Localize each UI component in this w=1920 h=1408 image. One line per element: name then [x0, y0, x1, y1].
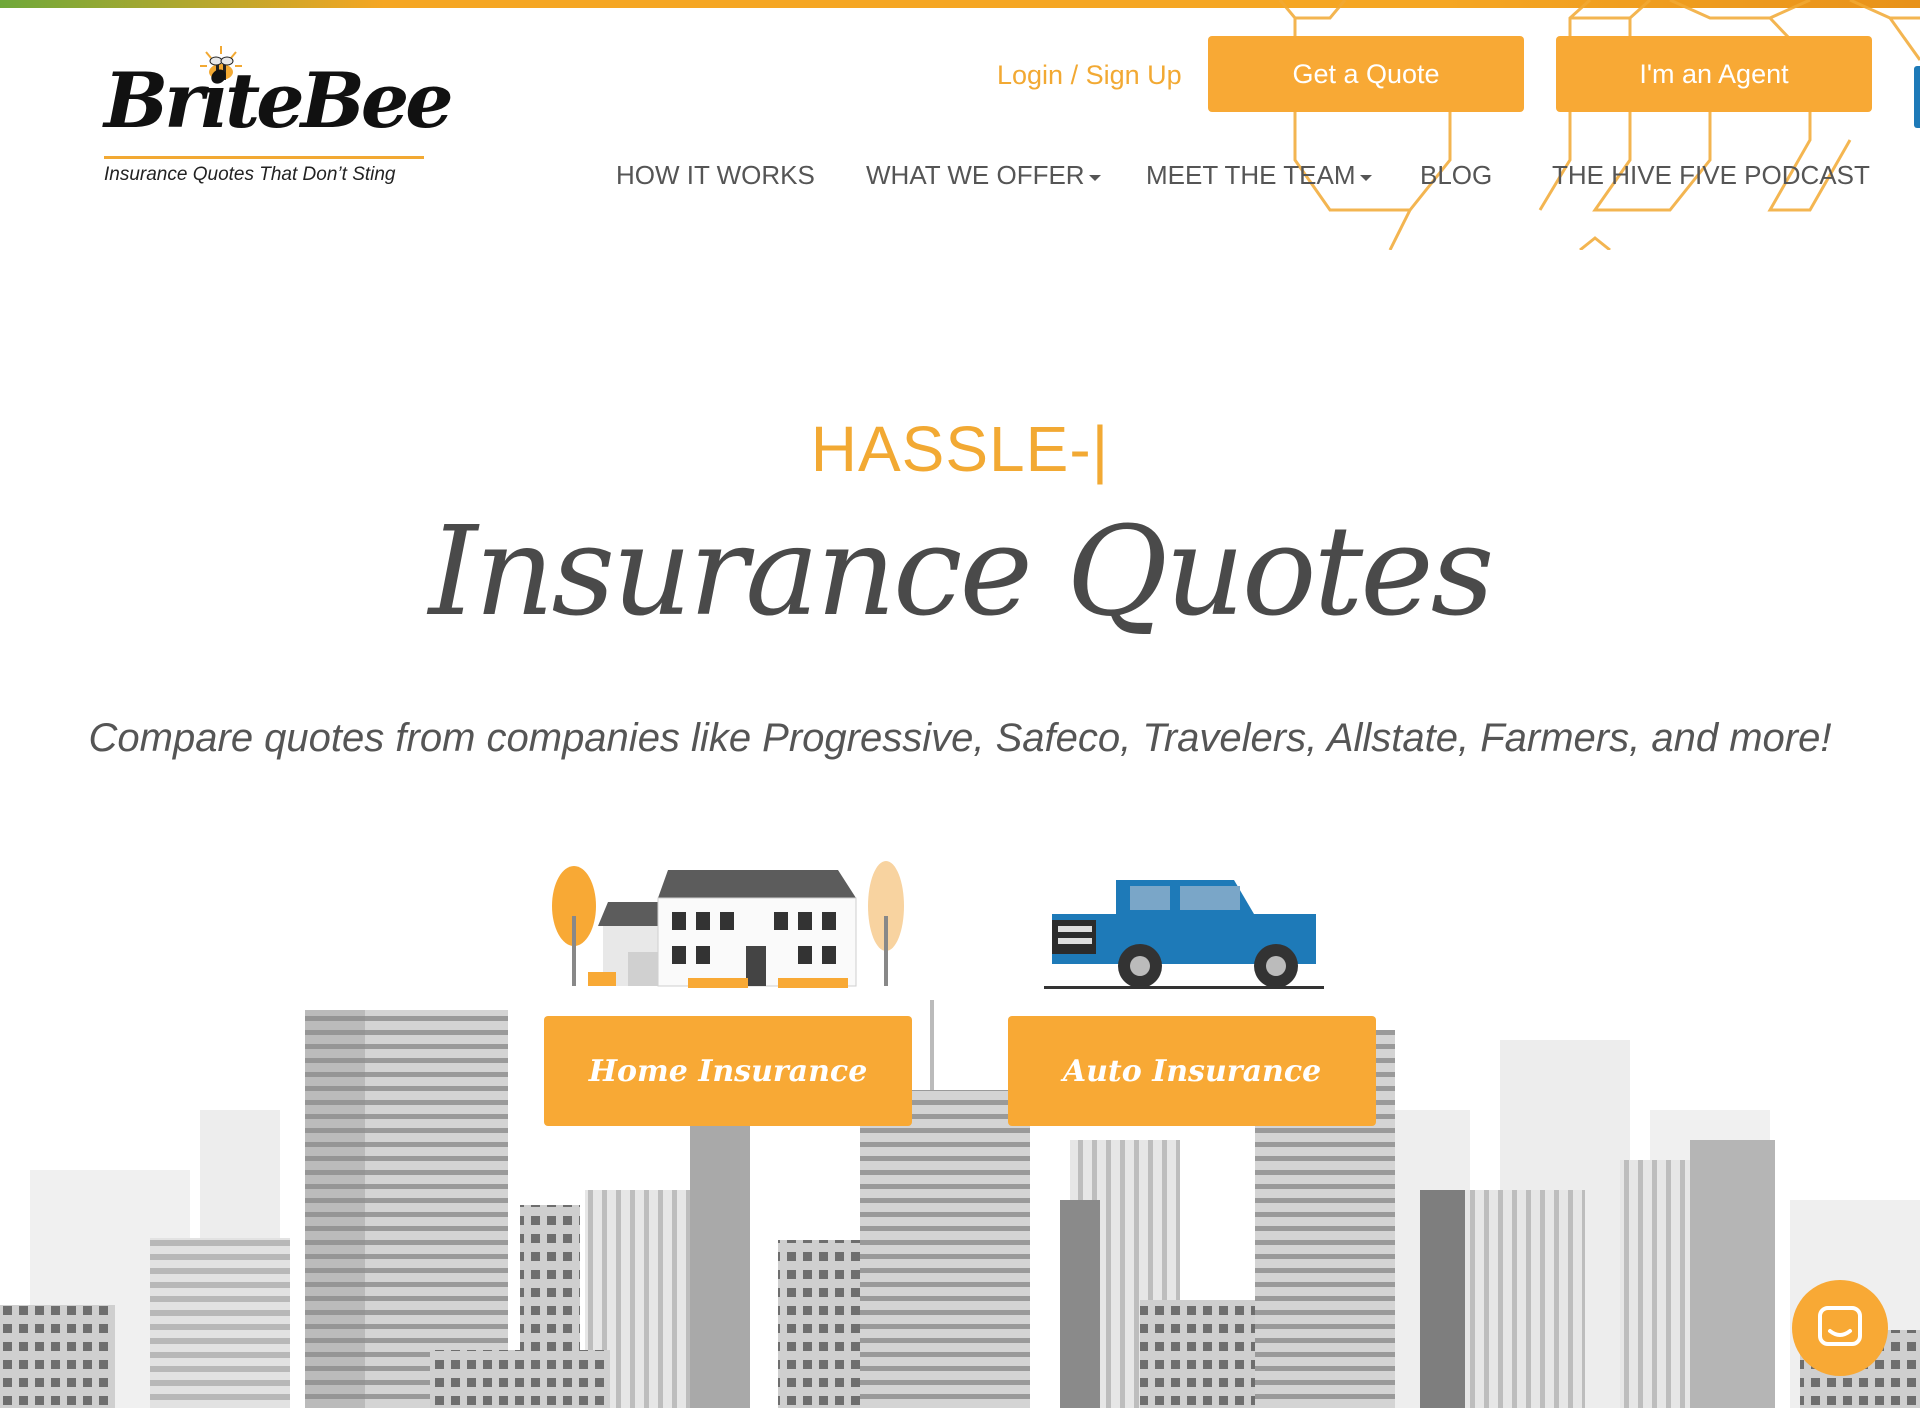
- chat-bubble-icon: [1818, 1306, 1862, 1346]
- hero-subtitle: Compare quotes from companies like Progr…: [88, 716, 1832, 760]
- brand-logo[interactable]: BriteBee Insurance Quotes That Don’t Sti…: [100, 44, 454, 194]
- pickup-truck-illustration: [1044, 880, 1324, 989]
- login-signup-link[interactable]: Login / Sign Up: [997, 60, 1182, 91]
- logo-underline: [104, 156, 424, 159]
- nav-meet-the-team[interactable]: MEET THE TEAM: [1146, 160, 1372, 191]
- home-insurance-button[interactable]: Home Insurance: [544, 1016, 912, 1126]
- house-illustration: [552, 861, 904, 988]
- hero-title: Insurance Quotes: [428, 500, 1495, 644]
- nav-hive-five-podcast[interactable]: THE HIVE FIVE PODCAST: [1552, 160, 1870, 191]
- city-skyline-illustration: [0, 1000, 1920, 1408]
- nav-label: MEET THE TEAM: [1146, 160, 1356, 190]
- nav-label: HOW IT WORKS: [616, 160, 815, 190]
- nav-label: THE HIVE FIVE PODCAST: [1552, 160, 1870, 190]
- nav-label: WHAT WE OFFER: [866, 160, 1085, 190]
- side-tab[interactable]: [1914, 66, 1920, 128]
- nav-blog[interactable]: BLOG: [1420, 160, 1492, 191]
- im-an-agent-button[interactable]: I'm an Agent: [1556, 36, 1872, 112]
- brand-name: BriteBee: [104, 56, 454, 145]
- nav-label: BLOG: [1420, 160, 1493, 190]
- nav-how-it-works[interactable]: HOW IT WORKS: [616, 160, 815, 191]
- caret-down-icon: [1088, 174, 1101, 181]
- nav-what-we-offer[interactable]: WHAT WE OFFER: [866, 160, 1101, 191]
- caret-down-icon: [1359, 174, 1372, 181]
- brand-tagline: Insurance Quotes That Don’t Sting: [104, 164, 396, 185]
- hero-eyebrow: HASSLE-|: [810, 413, 1110, 485]
- auto-insurance-button[interactable]: Auto Insurance: [1008, 1016, 1376, 1126]
- get-a-quote-button[interactable]: Get a Quote: [1208, 36, 1524, 112]
- chat-launcher[interactable]: [1792, 1280, 1888, 1376]
